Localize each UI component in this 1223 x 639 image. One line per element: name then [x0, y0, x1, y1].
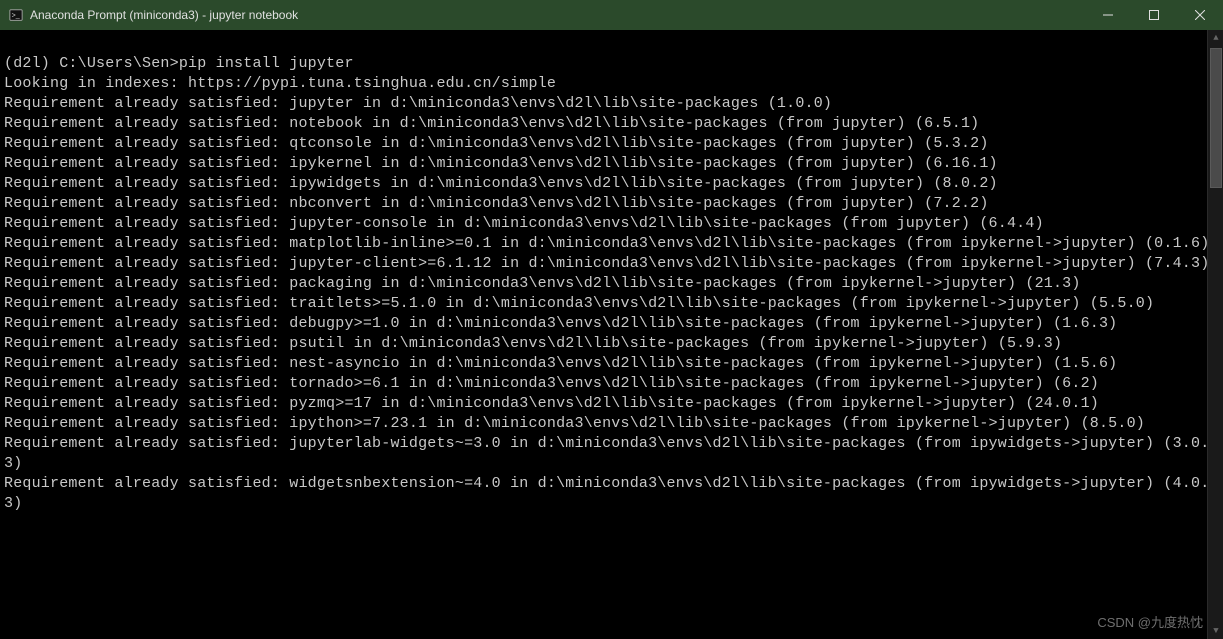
terminal-area[interactable]: (d2l) C:\Users\Sen>pip install jupyter L…	[0, 30, 1223, 639]
minimize-button[interactable]	[1085, 0, 1131, 30]
titlebar-left: >_ Anaconda Prompt (miniconda3) - jupyte…	[0, 7, 298, 23]
window-controls	[1085, 0, 1223, 30]
window-title: Anaconda Prompt (miniconda3) - jupyter n…	[30, 8, 298, 22]
close-icon	[1195, 10, 1205, 20]
scrollbar-thumb[interactable]	[1210, 48, 1222, 188]
minimize-icon	[1103, 10, 1113, 20]
scrollbar-down-arrow-icon[interactable]: ▼	[1208, 623, 1223, 639]
watermark: CSDN @九度热忱	[1097, 612, 1203, 631]
close-button[interactable]	[1177, 0, 1223, 30]
titlebar[interactable]: >_ Anaconda Prompt (miniconda3) - jupyte…	[0, 0, 1223, 30]
app-icon: >_	[8, 7, 24, 23]
svg-text:>_: >_	[12, 13, 20, 20]
scrollbar-up-arrow-icon[interactable]: ▲	[1208, 30, 1223, 46]
terminal-output: (d2l) C:\Users\Sen>pip install jupyter L…	[0, 30, 1223, 514]
maximize-icon	[1149, 10, 1159, 20]
scrollbar-vertical[interactable]: ▲ ▼	[1207, 30, 1223, 639]
maximize-button[interactable]	[1131, 0, 1177, 30]
